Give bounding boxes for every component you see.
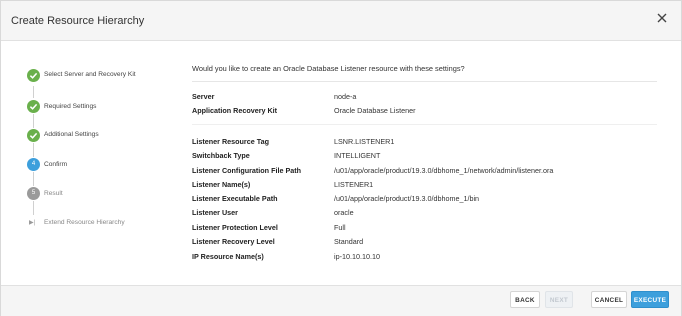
- setting-value: node-a: [334, 92, 357, 101]
- setting-row: Listener Configuration File Path /u01/ap…: [192, 166, 672, 178]
- step-label: Confirm: [44, 161, 68, 168]
- check-circle-icon: [27, 100, 40, 113]
- step-connector: [33, 172, 34, 186]
- arrow-glyph: ▶|: [29, 220, 36, 226]
- dialog-header: Create Resource Hierarchy: [1, 1, 681, 41]
- setting-key: Listener Resource Tag: [192, 137, 269, 146]
- summary-row: Application Recovery Kit Oracle Database…: [192, 106, 672, 118]
- summary-row: Server node-a: [192, 92, 672, 104]
- setting-key: Listener User: [192, 208, 238, 217]
- confirm-question: Would you like to create an Oracle Datab…: [192, 64, 465, 73]
- step-label: Extend Resource Hierarchy: [44, 219, 125, 226]
- step-label: Required Settings: [44, 103, 97, 110]
- arrow-icon: ▶|: [27, 216, 40, 229]
- setting-value: Standard: [334, 237, 364, 246]
- step-connector: [33, 201, 34, 215]
- setting-key: Listener Recovery Level: [192, 237, 275, 246]
- step-number: 5: [31, 190, 36, 196]
- step-label: Additional Settings: [44, 131, 99, 138]
- cancel-button[interactable]: CANCEL: [591, 291, 627, 308]
- confirm-content: Would you like to create an Oracle Datab…: [179, 42, 681, 288]
- setting-value: Oracle Database Listener: [334, 106, 416, 115]
- setting-key: Listener Executable Path: [192, 194, 278, 203]
- wizard-steps: Select Server and Recovery Kit Required …: [1, 42, 179, 288]
- execute-button[interactable]: EXECUTE: [631, 291, 669, 308]
- setting-value: /u01/app/oracle/product/19.3.0/dbhome_1/…: [334, 166, 554, 175]
- back-button[interactable]: BACK: [510, 291, 540, 308]
- step-connector: [33, 143, 34, 157]
- setting-value: INTELLIGENT: [334, 151, 381, 160]
- check-circle-icon: [27, 129, 40, 142]
- setting-value: ip-10.10.10.10: [334, 252, 380, 261]
- step-number-icon: 5: [27, 187, 40, 200]
- setting-key: Listener Protection Level: [192, 223, 278, 232]
- step-label: Select Server and Recovery Kit: [44, 71, 136, 78]
- step-label: Result: [44, 190, 63, 197]
- step-number: 4: [31, 161, 36, 167]
- setting-value: LSNR.LISTENER1: [334, 137, 395, 146]
- divider: [192, 124, 657, 125]
- setting-value: Full: [334, 223, 346, 232]
- setting-value: /u01/app/oracle/product/19.3.0/dbhome_1/…: [334, 194, 480, 203]
- step-connector: [33, 86, 34, 98]
- setting-key: Listener Name(s): [192, 180, 251, 189]
- setting-key: IP Resource Name(s): [192, 252, 264, 261]
- setting-row: Listener User oracle: [192, 208, 672, 220]
- setting-row: Listener Protection Level Full: [192, 223, 672, 235]
- step-connector: [33, 114, 34, 128]
- create-resource-hierarchy-dialog: Create Resource Hierarchy Select Server …: [0, 0, 682, 316]
- setting-value: LISTENER1: [334, 180, 374, 189]
- setting-row: Switchback Type INTELLIGENT: [192, 151, 672, 163]
- setting-row: Listener Resource Tag LSNR.LISTENER1: [192, 137, 672, 149]
- setting-key: Application Recovery Kit: [192, 106, 278, 115]
- setting-row: IP Resource Name(s) ip-10.10.10.10: [192, 252, 672, 264]
- setting-key: Switchback Type: [192, 151, 250, 160]
- dialog-title: Create Resource Hierarchy: [11, 15, 145, 27]
- setting-value: oracle: [334, 208, 354, 217]
- setting-row: Listener Executable Path /u01/app/oracle…: [192, 194, 672, 206]
- check-circle-icon: [27, 69, 40, 82]
- setting-row: Listener Recovery Level Standard: [192, 237, 672, 249]
- setting-key: Server: [192, 92, 215, 101]
- setting-row: Listener Name(s) LISTENER1: [192, 180, 672, 192]
- dialog-footer: BACK NEXT CANCEL EXECUTE: [1, 285, 681, 316]
- divider: [192, 81, 657, 82]
- close-icon[interactable]: [656, 12, 668, 24]
- setting-key: Listener Configuration File Path: [192, 166, 302, 175]
- next-button[interactable]: NEXT: [545, 291, 573, 308]
- step-number-icon: 4: [27, 158, 40, 171]
